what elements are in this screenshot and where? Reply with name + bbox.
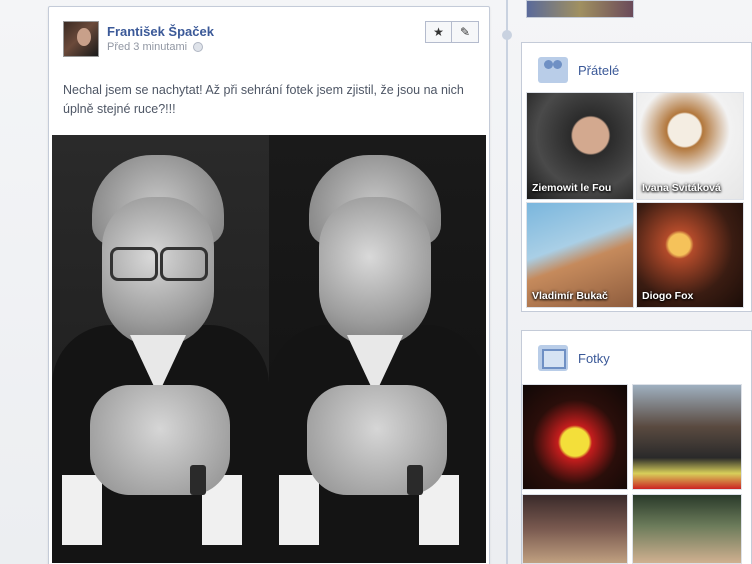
photo-tile[interactable]: [632, 384, 742, 490]
post-meta: Před 3 minutami: [107, 41, 204, 53]
friends-icon: [538, 57, 568, 83]
photo-tile[interactable]: [522, 494, 628, 564]
friend-name: Ivana Svitáková: [642, 182, 721, 194]
photo-tile[interactable]: [522, 384, 628, 490]
star-icon: ★: [433, 25, 444, 39]
friends-header[interactable]: Přátelé: [538, 55, 619, 85]
post-timestamp[interactable]: Před 3 minutami: [107, 41, 187, 53]
post-photo[interactable]: [52, 135, 486, 563]
top-photo-strip[interactable]: [526, 0, 634, 18]
post-header: František Špaček Před 3 minutami ★ ✎: [63, 21, 479, 61]
globe-icon[interactable]: [193, 42, 204, 52]
friend-tile[interactable]: Vladimír Bukač: [526, 202, 634, 308]
post-text: Nechal jsem se nachytat! Až při sehrání …: [63, 83, 464, 116]
friend-name: Vladimír Bukač: [532, 290, 608, 302]
post-author[interactable]: František Špaček: [107, 24, 214, 39]
photos-icon: [538, 345, 568, 371]
timeline-dot: [502, 30, 512, 40]
friend-name: Diogo Fox: [642, 290, 694, 302]
photo-left-portrait: [52, 135, 269, 563]
post-actions: ★ ✎: [425, 21, 479, 43]
friends-title: Přátelé: [578, 62, 620, 78]
friend-tile[interactable]: Diogo Fox: [636, 202, 744, 308]
photo-right-portrait: [269, 135, 486, 563]
star-button[interactable]: ★: [425, 21, 452, 43]
friend-tile[interactable]: Ziemowit le Fou: [526, 92, 634, 200]
photos-header[interactable]: Fotky: [538, 343, 610, 373]
edit-button[interactable]: ✎: [452, 21, 479, 43]
photo-tile[interactable]: [632, 494, 742, 564]
pencil-icon: ✎: [459, 25, 471, 39]
photos-title: Fotky: [578, 350, 610, 366]
friend-name: Ziemowit le Fou: [532, 182, 612, 194]
post-card: František Špaček Před 3 minutami ★ ✎ Nec…: [48, 6, 490, 564]
timeline-spine: [506, 0, 508, 564]
friend-tile[interactable]: Ivana Svitáková: [636, 92, 744, 200]
avatar[interactable]: [63, 21, 99, 57]
